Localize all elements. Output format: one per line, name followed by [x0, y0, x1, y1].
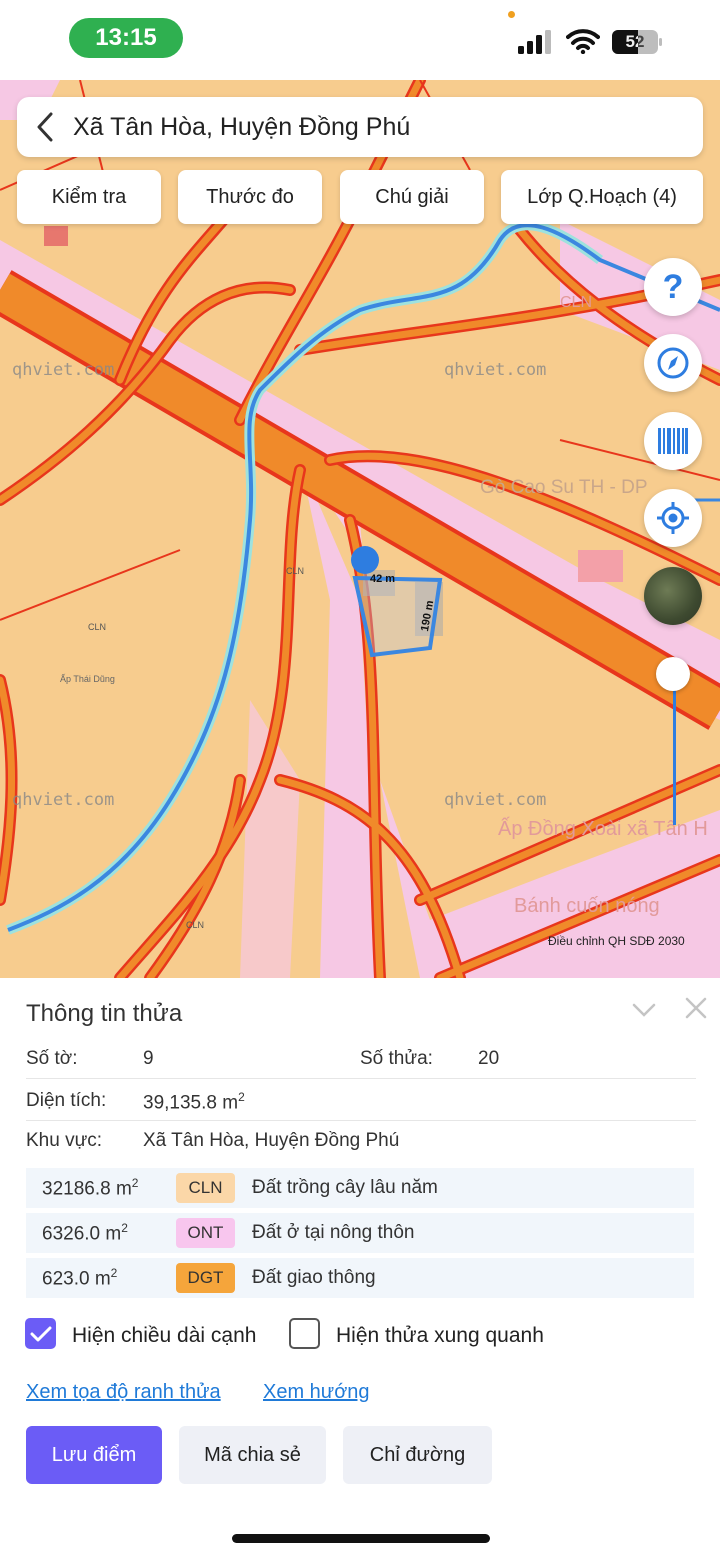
divider [26, 1120, 696, 1121]
opacity-slider[interactable] [673, 675, 676, 825]
planning-layers-button[interactable]: Lớp Q.Hoạch (4) [501, 170, 703, 224]
chevron-left-icon[interactable] [17, 97, 73, 157]
app-screen: 13:15 52 qhviet.com qhviet.com qhviet.co… [0, 0, 720, 1558]
edge-length-label: 42 m [370, 573, 396, 585]
map-watermark: qhviet.com [444, 790, 547, 810]
wifi-icon [566, 29, 600, 54]
place-label: Gò Cao Su TH - DP [480, 477, 648, 498]
show-neighbors-checkbox[interactable] [289, 1318, 320, 1349]
land-use-name: Đất ở tại nông thôn [252, 1222, 415, 1243]
close-icon[interactable] [682, 994, 710, 1022]
check-button[interactable]: Kiểm tra [17, 170, 161, 224]
land-use-name: Đất trồng cây lâu năm [252, 1177, 438, 1198]
plan-caption: Điều chỉnh QH SDĐ 2030 [548, 934, 685, 948]
land-use-code: ONT [176, 1218, 235, 1248]
opacity-slider-handle[interactable] [656, 657, 690, 691]
signal-icon [518, 30, 551, 54]
place-label: Bánh cuốn nóng [514, 895, 660, 917]
ruler-button[interactable]: Thước đo [178, 170, 322, 224]
land-use-name: Đất giao thông [252, 1267, 376, 1288]
small-place-label: Ấp Thái Dũng [60, 674, 115, 684]
sheet-label: Số tờ: [26, 1048, 78, 1069]
place-label: Ấp Đồng Xoài xã Tân H [498, 818, 708, 840]
zone-code-label: CLN [88, 622, 107, 632]
compass-icon[interactable] [644, 334, 702, 392]
satellite-thumbnail[interactable] [644, 567, 702, 625]
view-direction-link[interactable]: Xem hướng [263, 1381, 370, 1404]
show-neighbors-label[interactable]: Hiện thửa xung quanh [336, 1324, 544, 1348]
share-code-button[interactable]: Mã chia sẻ [179, 1426, 326, 1484]
home-indicator[interactable] [232, 1534, 490, 1543]
land-use-area: 32186.8 m2 [42, 1175, 139, 1200]
area-value: 39,135.8 m2 [143, 1090, 245, 1114]
barcode-icon[interactable] [644, 412, 702, 470]
land-use-row: 6326.0 m2 ONT Đất ở tại nông thôn [26, 1213, 694, 1253]
status-bar: 13:15 52 [0, 0, 720, 80]
sheet-value: 9 [143, 1048, 154, 1069]
map-view[interactable]: qhviet.com qhviet.com qhviet.com qhviet.… [0, 80, 720, 978]
land-use-area: 6326.0 m2 [42, 1220, 128, 1245]
show-edge-length-checkbox[interactable] [25, 1318, 56, 1349]
land-use-code: DGT [176, 1263, 235, 1293]
panel-title: Thông tin thửa [26, 1000, 183, 1027]
show-edge-length-label[interactable]: Hiện chiều dài cạnh [72, 1324, 256, 1348]
land-use-row: 623.0 m2 DGT Đất giao thông [26, 1258, 694, 1298]
directions-button[interactable]: Chỉ đường [343, 1426, 492, 1484]
view-boundary-coords-link[interactable]: Xem tọa độ ranh thửa [26, 1381, 221, 1404]
chevron-down-icon[interactable] [630, 996, 658, 1024]
location-bar[interactable]: Xã Tân Hòa, Huyện Đồng Phú [17, 97, 703, 157]
legend-button[interactable]: Chú giải [340, 170, 484, 224]
parcel-info-panel: Thông tin thửa Số tờ: 9 Số thửa: 20 Diện… [0, 978, 720, 1558]
zone-code-label: CLN [560, 294, 593, 311]
plot-value: 20 [478, 1048, 500, 1069]
land-use-code: CLN [176, 1173, 235, 1203]
map-watermark: qhviet.com [12, 790, 115, 810]
privacy-indicator [508, 11, 515, 18]
help-icon[interactable]: ? [644, 258, 702, 316]
land-use-area: 623.0 m2 [42, 1265, 118, 1290]
zone-code-label: CLN [286, 566, 305, 576]
map-watermark: qhviet.com [12, 360, 115, 380]
divider [26, 1078, 696, 1079]
locate-icon[interactable] [644, 489, 702, 547]
save-point-button[interactable]: Lưu điểm [26, 1426, 162, 1484]
battery-icon: 52 [612, 30, 664, 54]
battery-level: 52 [625, 32, 645, 51]
area-label: Diện tích: [26, 1090, 107, 1111]
land-use-row: 32186.8 m2 CLN Đất trồng cây lâu năm [26, 1168, 694, 1208]
zone-code-label: CLN [186, 920, 205, 930]
region-label: Khu vực: [26, 1130, 103, 1151]
plot-label: Số thửa: [360, 1048, 433, 1069]
location-title: Xã Tân Hòa, Huyện Đồng Phú [73, 112, 411, 141]
region-value: Xã Tân Hòa, Huyện Đồng Phú [143, 1130, 400, 1151]
status-time: 13:15 [69, 18, 183, 58]
map-watermark: qhviet.com [444, 360, 547, 380]
